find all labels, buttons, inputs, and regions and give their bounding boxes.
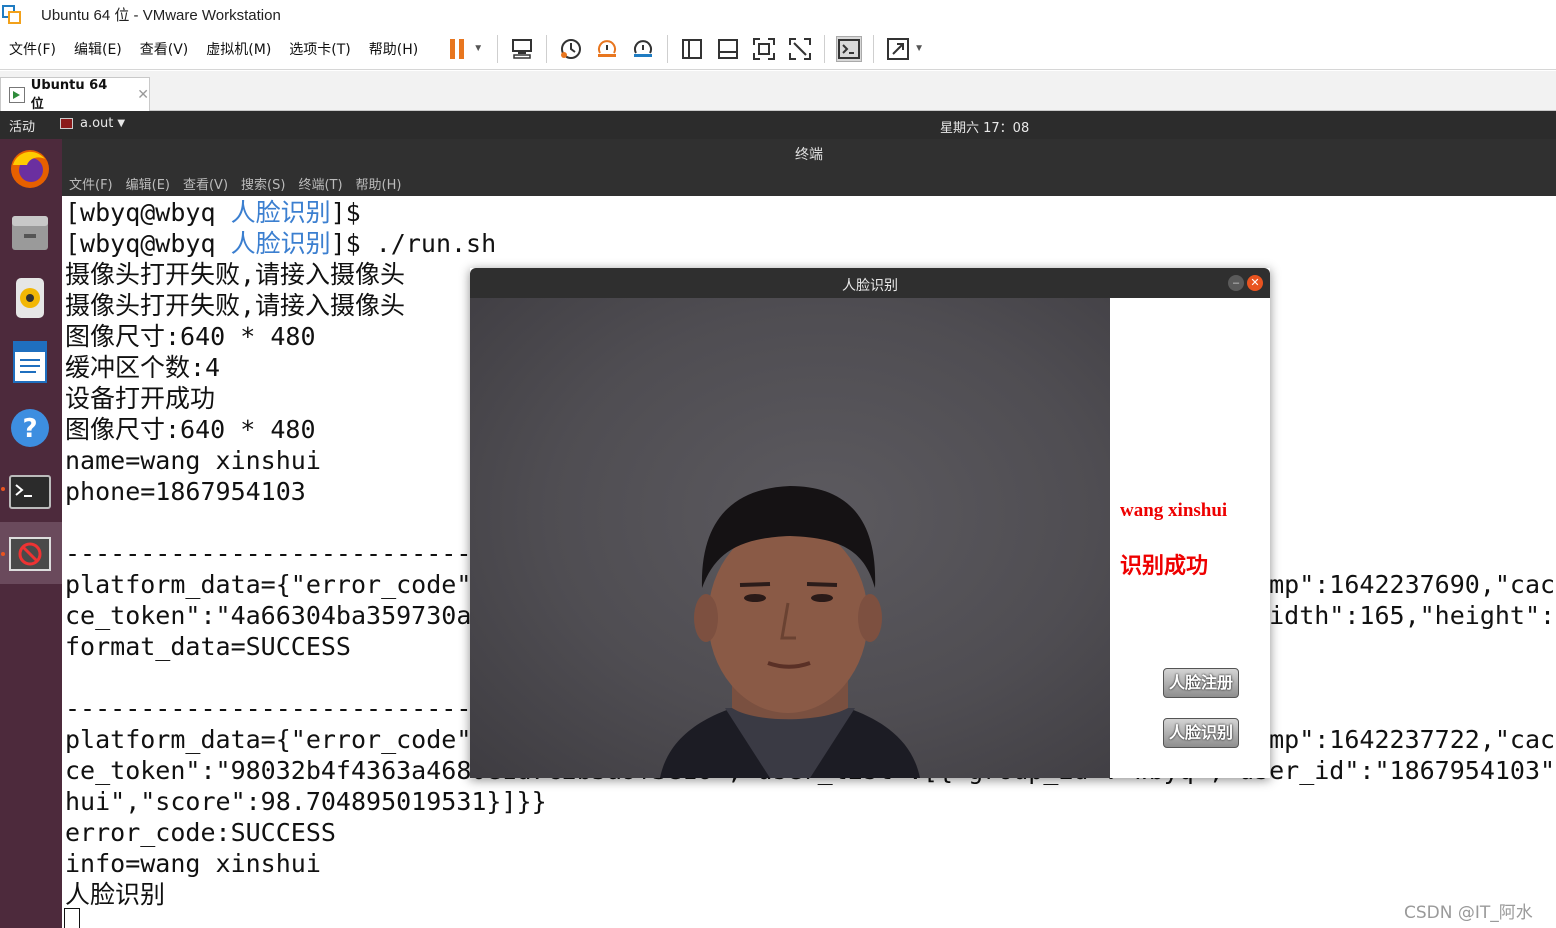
terminal-cursor bbox=[64, 908, 80, 928]
terminal-line: name=wang xinshui bbox=[65, 446, 321, 475]
help-icon[interactable]: ? bbox=[7, 405, 53, 451]
terminal-icon[interactable] bbox=[7, 469, 53, 515]
unity-icon[interactable] bbox=[787, 36, 813, 62]
terminal-line: info=wang xinshui bbox=[65, 849, 321, 878]
app-menu-arrow-icon: ▼ bbox=[117, 118, 126, 129]
vmware-toolbar: ▼ ▼ bbox=[439, 34, 932, 63]
rhythmbox-icon[interactable] bbox=[7, 275, 53, 321]
terminal-line: 人脸识别 bbox=[65, 880, 166, 909]
terminal-line: 图像尺寸:640 * 480 bbox=[65, 415, 316, 444]
fullscreen-icon[interactable] bbox=[751, 36, 777, 62]
result-panel: wang xinshui 识别成功 人脸注册 人脸识别 bbox=[1110, 298, 1270, 778]
ubuntu-dock: ? bbox=[0, 139, 62, 928]
running-indicator bbox=[1, 487, 5, 491]
tab-ubuntu[interactable]: Ubuntu 64 位 ✕ bbox=[0, 77, 150, 112]
files-icon[interactable] bbox=[7, 209, 53, 255]
prompt-dir: 人脸识别 bbox=[230, 198, 331, 227]
terminal-line: phone=1867954103 bbox=[65, 477, 306, 506]
app-icon bbox=[60, 118, 73, 129]
menu-vm[interactable]: 虚拟机(M) bbox=[206, 39, 271, 59]
prompt-user: [wbyq@wbyq bbox=[65, 229, 231, 258]
terminal-line: error_code:SUCCESS bbox=[65, 818, 336, 847]
terminal-menu-view[interactable]: 查看(V) bbox=[183, 174, 228, 193]
minimize-icon[interactable]: – bbox=[1228, 275, 1244, 291]
recognition-status: 识别成功 bbox=[1120, 554, 1209, 579]
activities-button[interactable]: 活动 bbox=[9, 116, 35, 135]
libreoffice-writer-icon[interactable] bbox=[7, 339, 53, 385]
prompt-user: [wbyq@wbyq bbox=[65, 198, 231, 227]
terminal-line: 图像尺寸:640 * 480 bbox=[65, 322, 316, 351]
menu-view[interactable]: 查看(V) bbox=[140, 39, 189, 59]
camera-preview bbox=[470, 298, 1110, 778]
stretch-dropdown-icon[interactable]: ▼ bbox=[914, 43, 924, 54]
app-name: a.out bbox=[80, 116, 114, 131]
toolbar-divider bbox=[667, 34, 669, 63]
running-indicator bbox=[1, 552, 5, 556]
terminal-line: hui","score":98.704895019531}]}} bbox=[65, 787, 547, 816]
vmware-tab-bar: Ubuntu 64 位 ✕ bbox=[0, 71, 1556, 112]
terminal-line: 摄像头打开失败,请接入摄像头 bbox=[65, 260, 406, 289]
aout-app-icon[interactable] bbox=[7, 531, 53, 577]
menu-file[interactable]: 文件(F) bbox=[9, 39, 56, 59]
command-text: ./run.sh bbox=[360, 229, 497, 258]
terminal-title: 终端 bbox=[795, 147, 823, 163]
recognized-name: wang xinshui bbox=[1120, 500, 1228, 521]
tab-close-icon[interactable]: ✕ bbox=[137, 86, 149, 103]
firefox-icon[interactable] bbox=[7, 145, 53, 191]
toolbar-divider bbox=[546, 34, 548, 63]
prompt-line: [wbyq@wbyq 人脸识别]$ ./run.sh bbox=[65, 228, 496, 259]
snapshot-manager-icon[interactable] bbox=[630, 36, 656, 62]
terminal-menu-file[interactable]: 文件(F) bbox=[69, 174, 113, 193]
terminal-line: 设备打开成功 bbox=[65, 384, 216, 413]
terminal-line: format_data=SUCCESS bbox=[65, 632, 351, 661]
terminal-menu-terminal[interactable]: 终端(T) bbox=[298, 174, 342, 193]
face-window-titlebar[interactable]: 人脸识别 – ✕ bbox=[470, 268, 1270, 298]
revert-snapshot-icon[interactable] bbox=[594, 36, 620, 62]
prompt-end: ]$ bbox=[330, 198, 361, 227]
send-ctrl-alt-del-icon[interactable] bbox=[509, 36, 535, 62]
terminal-line: 缓冲区个数:4 bbox=[65, 353, 221, 382]
clock[interactable]: 星期六 17：08 bbox=[940, 117, 1029, 136]
vm-running-icon bbox=[9, 86, 25, 103]
pause-dropdown-icon[interactable]: ▼ bbox=[473, 43, 483, 54]
menu-edit[interactable]: 编辑(E) bbox=[74, 39, 122, 59]
prompt-line: [wbyq@wbyq 人脸识别]$ bbox=[65, 197, 361, 228]
vmware-title-bar: Ubuntu 64 位 - VMware Workstation bbox=[0, 0, 1556, 28]
face-recognize-button[interactable]: 人脸识别 bbox=[1163, 718, 1239, 748]
tab-label: Ubuntu 64 位 bbox=[30, 77, 108, 112]
app-menu[interactable]: a.out ▼ bbox=[60, 116, 125, 131]
ubuntu-top-bar: 活动 a.out ▼ 星期六 17：08 bbox=[0, 111, 1556, 139]
terminal-line: 摄像头打开失败,请接入摄像头 bbox=[65, 291, 406, 320]
face-register-button[interactable]: 人脸注册 bbox=[1163, 668, 1239, 698]
camera-face-image bbox=[660, 486, 920, 778]
snapshot-icon[interactable] bbox=[558, 36, 584, 62]
thumbnail-icon[interactable] bbox=[715, 36, 741, 62]
terminal-menubar: 文件(F) 编辑(E) 查看(V) 搜索(S) 终端(T) 帮助(H) bbox=[69, 174, 414, 193]
stretch-icon[interactable] bbox=[885, 36, 911, 62]
vmware-logo-icon bbox=[1, 3, 23, 25]
terminal-header: 终端 文件(F) 编辑(E) 查看(V) 搜索(S) 终端(T) 帮助(H) bbox=[62, 139, 1556, 196]
terminal-menu-help[interactable]: 帮助(H) bbox=[356, 174, 402, 193]
menu-tabs[interactable]: 选项卡(T) bbox=[289, 39, 350, 59]
toolbar-divider bbox=[497, 34, 499, 63]
toolbar-divider bbox=[873, 34, 875, 63]
terminal-menu-search[interactable]: 搜索(S) bbox=[241, 174, 285, 193]
library-icon[interactable] bbox=[679, 36, 705, 62]
window-title: Ubuntu 64 位 - VMware Workstation bbox=[41, 6, 281, 24]
console-view-icon[interactable] bbox=[836, 35, 863, 62]
prompt-dir: 人脸识别 bbox=[230, 229, 331, 258]
face-window-title: 人脸识别 bbox=[842, 278, 898, 294]
svg-text:?: ? bbox=[22, 414, 37, 444]
toolbar-divider bbox=[824, 34, 826, 63]
csdn-watermark: CSDN @IT_阿水 bbox=[1404, 903, 1533, 923]
prompt-end: ]$ bbox=[330, 229, 361, 258]
terminal-menu-edit[interactable]: 编辑(E) bbox=[126, 174, 170, 193]
vmware-menubar: 文件(F) 编辑(E) 查看(V) 虚拟机(M) 选项卡(T) 帮助(H) ▼ bbox=[0, 28, 1556, 70]
close-icon[interactable]: ✕ bbox=[1247, 275, 1263, 291]
face-recognition-window: 人脸识别 – ✕ wang xinshui 识别成功 人脸注册 人脸识别 bbox=[470, 268, 1270, 778]
pause-icon[interactable] bbox=[444, 36, 470, 62]
menu-help[interactable]: 帮助(H) bbox=[369, 39, 418, 59]
